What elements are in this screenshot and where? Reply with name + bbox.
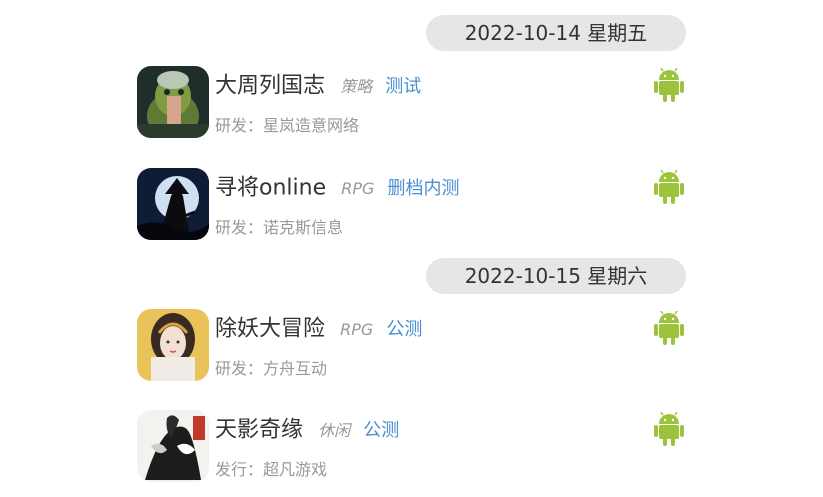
android-icon xyxy=(654,310,684,345)
android-icon xyxy=(654,411,684,446)
developer-label: 研发：星岚造意网络 xyxy=(215,116,360,135)
date-header: 2022-10-15 星期六 xyxy=(426,258,686,294)
game-icon[interactable] xyxy=(137,410,209,482)
android-icon xyxy=(654,67,684,102)
game-name[interactable]: 寻将online xyxy=(215,176,326,201)
game-genre: 休闲 xyxy=(318,420,351,440)
developer-label: 发行：超凡游戏 xyxy=(215,460,328,479)
game-genre: RPG xyxy=(340,319,374,339)
game-icon[interactable] xyxy=(137,168,209,240)
game-genre: RPG xyxy=(341,178,375,198)
date-header: 2022-10-14 星期五 xyxy=(426,15,686,51)
game-status-link[interactable]: 测试 xyxy=(385,76,421,97)
game-status-link[interactable]: 公测 xyxy=(363,420,399,441)
game-status-link[interactable]: 删档内测 xyxy=(387,178,459,199)
game-list-item[interactable]: 除妖大冒险 RPG 公测 研发：方舟互动 xyxy=(137,309,687,383)
game-name[interactable]: 除妖大冒险 xyxy=(215,317,325,342)
game-status-link[interactable]: 公测 xyxy=(386,319,422,340)
game-genre: 策略 xyxy=(340,76,373,96)
game-icon[interactable] xyxy=(137,66,209,138)
game-list-item[interactable]: 大周列国志 策略 测试 研发：星岚造意网络 xyxy=(137,66,687,140)
game-list-item[interactable]: 寻将online RPG 删档内测 研发：诺克斯信息 xyxy=(137,168,687,242)
game-name[interactable]: 天影奇缘 xyxy=(215,418,303,443)
game-list-item[interactable]: 天影奇缘 休闲 公测 发行：超凡游戏 xyxy=(137,410,687,484)
game-icon[interactable] xyxy=(137,309,209,381)
game-name[interactable]: 大周列国志 xyxy=(215,74,325,99)
developer-label: 研发：诺克斯信息 xyxy=(215,218,344,237)
developer-label: 研发：方舟互动 xyxy=(215,359,328,378)
android-icon xyxy=(654,169,684,204)
